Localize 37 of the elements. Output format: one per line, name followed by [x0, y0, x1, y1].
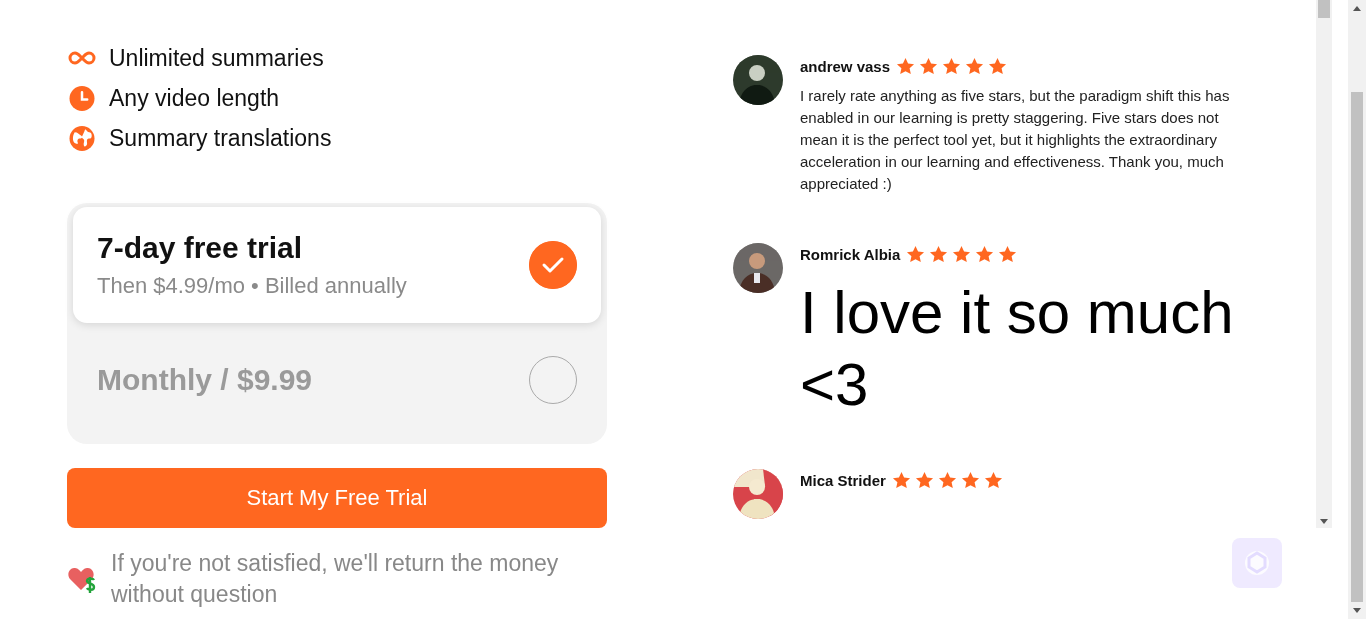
- plan-option[interactable]: Monthly / $9.99: [73, 322, 601, 438]
- reviewer-name: Romrick Albia: [800, 245, 901, 263]
- plan-option[interactable]: 7-day free trial Then $4.99/mo • Billed annually: [73, 207, 601, 323]
- scrollbar[interactable]: [1348, 0, 1366, 619]
- feature-label: Summary translations: [109, 124, 332, 152]
- checkmark-icon[interactable]: [529, 240, 577, 289]
- scrollbar[interactable]: [1316, 0, 1333, 528]
- star-icon: [937, 470, 957, 490]
- star-icon: [891, 470, 911, 490]
- star-icon: [983, 470, 1003, 490]
- star-icon: [896, 56, 916, 76]
- globe-icon: [67, 125, 97, 151]
- plan-title: Monthly / $9.99: [97, 363, 313, 398]
- feature-label: Any video length: [109, 84, 280, 112]
- star-icon: [906, 244, 926, 264]
- plan-title: 7-day free trial: [97, 230, 304, 265]
- infinity-icon: [67, 50, 97, 66]
- star-icon: [952, 244, 972, 264]
- star-icon: [998, 244, 1018, 264]
- star-icon: [914, 470, 934, 490]
- plan-subtitle: Then $4.99/mo • Billed annually: [97, 272, 407, 299]
- start-trial-button[interactable]: Start My Free Trial: [67, 468, 607, 528]
- feature-label: Unlimited summaries: [109, 44, 324, 72]
- star-icon: [929, 244, 949, 264]
- review-text: I love it so much <3: [800, 278, 1235, 420]
- star-icon: [965, 56, 985, 76]
- reviewer-name: Mica Strider: [800, 471, 886, 489]
- star-icon: [919, 56, 939, 76]
- star-icon: [942, 56, 962, 76]
- chat-button[interactable]: [1232, 538, 1282, 588]
- clock-icon: [67, 85, 97, 111]
- star-icon: [975, 244, 995, 264]
- review-text: I rarely rate anything as five stars, but the paradigm shift this has enabled in our learning is pretty staggering. Five stars does not mean it is the perfect tool yet, but it highlights the extraordinary acceleration in our learning and effectiveness. Thank you, much appreciated :): [800, 86, 1231, 194]
- reviewer-name: andrew vass: [800, 57, 891, 75]
- star-icon: [988, 56, 1008, 76]
- guarantee-text: If you're not satisfied, we'll return the money without question: [111, 549, 560, 609]
- star-icon: [960, 470, 980, 490]
